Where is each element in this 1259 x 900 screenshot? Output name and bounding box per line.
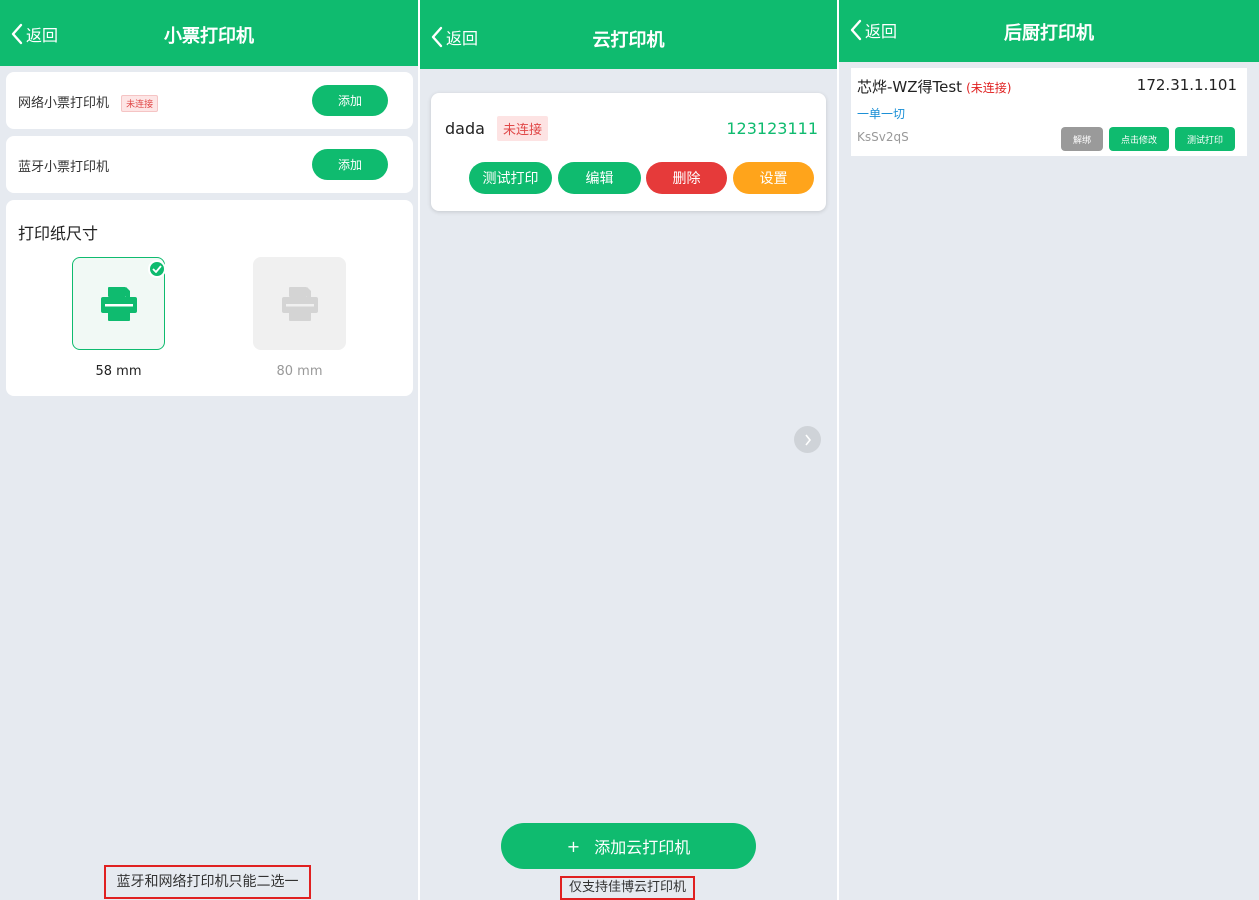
unbind-button[interactable]: 解绑 <box>1061 127 1103 151</box>
status-badge: (未连接) <box>966 81 1012 95</box>
add-network-printer-button[interactable]: 添加 <box>312 85 388 116</box>
status-badge: 未连接 <box>497 116 549 141</box>
header: 返回 小票打印机 <box>0 0 418 66</box>
print-mode: 一单一切 <box>857 107 906 121</box>
edit-button[interactable]: 编辑 <box>558 162 641 194</box>
printer-name: dada <box>445 119 485 138</box>
printer-name: 芯烨-WZ得Test <box>857 78 963 96</box>
paper-size-card: 打印纸尺寸 58 mm 80 mm <box>6 200 413 396</box>
kitchen-printer-screen: 返回 后厨打印机 芯烨-WZ得Test (未连接) 172.31.1.101 一单… <box>839 0 1259 900</box>
status-badge: 未连接 <box>121 95 159 112</box>
printer-code: KsSv2qS <box>857 130 909 144</box>
bluetooth-printer-row: 蓝牙小票打印机 添加 <box>6 136 413 193</box>
printer-icon <box>281 286 318 321</box>
bluetooth-printer-label: 蓝牙小票打印机 <box>18 160 110 175</box>
delete-button[interactable]: 删除 <box>646 162 727 194</box>
network-printer-label: 网络小票打印机 <box>18 96 110 111</box>
page-title: 后厨打印机 <box>1004 23 1094 44</box>
paper-option-label: 58 mm <box>95 364 142 379</box>
network-printer-row: 网络小票打印机 未连接 添加 <box>6 72 413 129</box>
printer-name-wrap: 芯烨-WZ得Test (未连接) <box>857 76 1011 97</box>
side-expand-button[interactable] <box>794 426 821 453</box>
cloud-printer-screen: 返回 云打印机 dada 未连接 123123111 测试打印 编辑 删除 设置… <box>420 0 837 900</box>
checkmark-icon <box>148 260 166 278</box>
paper-option-80mm[interactable] <box>253 257 346 350</box>
footnote: 蓝牙和网络打印机只能二选一 <box>104 865 311 899</box>
paper-option-58mm[interactable] <box>72 257 166 350</box>
receipt-printer-screen: 返回 小票打印机 网络小票打印机 未连接 添加 蓝牙小票打印机 添加 打印纸尺寸 <box>0 0 418 900</box>
add-cloud-printer-label: 添加云打印机 <box>594 838 691 857</box>
kitchen-printer-card: 芯烨-WZ得Test (未连接) 172.31.1.101 一单一切 KsSv2q… <box>851 68 1247 156</box>
page-title: 云打印机 <box>592 30 665 51</box>
printer-id: 123123111 <box>726 119 818 138</box>
footnote: 仅支持佳博云打印机 <box>560 876 695 900</box>
plus-icon: + <box>566 836 581 856</box>
cloud-printer-card: dada 未连接 123123111 测试打印 编辑 删除 设置 <box>431 93 826 211</box>
header: 返回 后厨打印机 <box>839 0 1259 62</box>
header: 返回 云打印机 <box>420 0 837 69</box>
paper-size-title: 打印纸尺寸 <box>18 224 99 243</box>
add-cloud-printer-button[interactable]: + 添加云打印机 <box>501 823 756 869</box>
test-print-button[interactable]: 测试打印 <box>469 162 552 194</box>
page-title: 小票打印机 <box>164 26 254 47</box>
network-printer-label-wrap: 网络小票打印机 未连接 <box>18 92 159 112</box>
add-bluetooth-printer-button[interactable]: 添加 <box>312 149 388 180</box>
settings-button[interactable]: 设置 <box>733 162 814 194</box>
paper-option-label: 80 mm <box>276 364 323 379</box>
test-print-button[interactable]: 测试打印 <box>1175 127 1235 151</box>
printer-icon <box>100 286 137 321</box>
edit-button[interactable]: 点击修改 <box>1109 127 1169 151</box>
chevron-right-icon <box>804 434 811 445</box>
printer-ip: 172.31.1.101 <box>1136 76 1237 94</box>
